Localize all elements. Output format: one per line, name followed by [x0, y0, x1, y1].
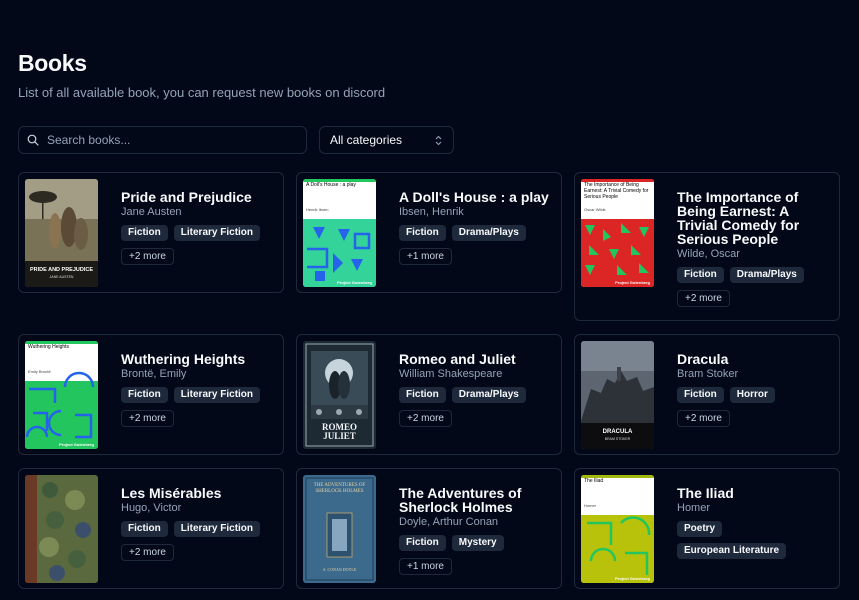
more-tags-badge[interactable]: +1 more [399, 558, 452, 575]
cover-author: BRAM STOKER [604, 437, 631, 441]
book-title: The Adventures of Sherlock Holmes [399, 485, 522, 515]
book-title: Pride and Prejudice [121, 189, 252, 205]
book-card[interactable]: A Doll's House : a play Henrik Ibsen Pro… [296, 172, 562, 293]
book-author: Hugo, Victor [121, 502, 182, 514]
category-tag: Drama/Plays [451, 225, 526, 241]
category-tag: Fiction [121, 225, 168, 241]
book-title: Les Misérables [121, 485, 222, 501]
category-tag: Drama/Plays [451, 387, 526, 403]
category-tag: Fiction [121, 521, 168, 537]
category-tag: Fiction [677, 267, 724, 283]
book-cover: PRIDE AND PREJUDICE JANE AUSTEN [25, 179, 98, 287]
book-cover: The Iliad Homer Project Gutenberg [581, 475, 654, 583]
search-box[interactable] [18, 126, 307, 154]
page-title: Books [18, 50, 87, 76]
cover-author: Henrik Ibsen [306, 207, 329, 212]
category-tag: Fiction [121, 387, 168, 403]
page-subtitle: List of all available book, you can requ… [18, 85, 386, 100]
book-title: Dracula [677, 351, 729, 367]
cover-publisher: Project Gutenberg [615, 576, 650, 581]
category-tag: Poetry [677, 521, 723, 537]
cover-author: A. CONAN DOYLE [322, 567, 357, 572]
book-author: Jane Austen [121, 206, 182, 218]
book-title: A Doll's House : a play [399, 189, 549, 205]
book-author: Wilde, Oscar [677, 248, 740, 260]
category-tag: Fiction [399, 225, 446, 241]
book-card[interactable]: Wuthering Heights Emily Brontë Project G… [18, 334, 284, 455]
cover-title: Wuthering Heights [28, 344, 70, 350]
category-tag: Literary Fiction [173, 521, 261, 537]
book-cover: The Importance of Being Earnest: A Trivi… [581, 179, 654, 287]
book-cover: Wuthering Heights Emily Brontë Project G… [25, 341, 98, 449]
more-tags-badge[interactable]: +1 more [399, 248, 452, 265]
category-tag: Literary Fiction [173, 387, 261, 403]
more-tags-badge[interactable]: +2 more [121, 410, 174, 427]
cover-title: THE ADVENTURES OF SHERLOCK HOLMES [313, 483, 366, 494]
cover-publisher: Project Gutenberg [59, 442, 94, 447]
book-cover [25, 475, 98, 583]
more-tags-badge[interactable]: +2 more [677, 410, 730, 427]
more-tags-badge[interactable]: +2 more [121, 248, 174, 265]
book-title: Wuthering Heights [121, 351, 246, 367]
category-tag: Mystery [451, 535, 504, 551]
category-select-value: All categories [330, 133, 403, 147]
cover-title: DRACULA [602, 429, 633, 435]
search-input[interactable] [47, 133, 287, 147]
chevron-up-down-icon [435, 135, 442, 145]
book-title: The Iliad [677, 485, 734, 501]
cover-title: PRIDE AND PREJUDICE [29, 267, 94, 273]
book-title: The Importance of Being Earnest: A Trivi… [677, 189, 800, 247]
book-card[interactable]: PRIDE AND PREJUDICE JANE AUSTEN Pride an… [18, 172, 284, 293]
more-tags-badge[interactable]: +2 more [121, 544, 174, 561]
category-tag: Fiction [399, 387, 446, 403]
cover-title: ROMEO JULIET [322, 422, 357, 441]
cover-author: Emily Brontë [28, 369, 51, 374]
book-author: Bram Stoker [677, 368, 739, 380]
book-author: William Shakespeare [399, 368, 503, 380]
book-title: Romeo and Juliet [399, 351, 516, 367]
cover-publisher: Project Gutenberg [615, 280, 650, 285]
category-tag: Drama/Plays [729, 267, 804, 283]
book-card[interactable]: Les Misérables Hugo, Victor Fiction Lite… [18, 468, 284, 589]
category-tag: Fiction [677, 387, 724, 403]
cover-title: The Importance of Being Earnest: A Trivi… [584, 182, 649, 200]
book-author: Ibsen, Henrik [399, 206, 464, 218]
category-tag: Horror [729, 387, 775, 403]
book-author: Doyle, Arthur Conan [399, 516, 499, 528]
book-author: Brontë, Emily [121, 368, 187, 380]
more-tags-badge[interactable]: +2 more [677, 290, 730, 307]
category-tag: Literary Fiction [173, 225, 261, 241]
book-card[interactable]: The Iliad Homer Project Gutenberg The Il… [574, 468, 840, 589]
page-header: Books List of all available book, you ca… [18, 50, 385, 100]
cover-title: A Doll's House : a play [306, 182, 356, 188]
book-card[interactable]: DRACULA BRAM STOKER Dracula Bram Stoker … [574, 334, 840, 455]
book-author: Homer [677, 502, 711, 514]
cover-author: JANE AUSTEN [49, 275, 74, 279]
book-card[interactable]: THE ADVENTURES OF SHERLOCK HOLMES A. CON… [296, 468, 562, 589]
book-cover: DRACULA BRAM STOKER [581, 341, 654, 449]
book-cover: A Doll's House : a play Henrik Ibsen Pro… [303, 179, 376, 287]
cover-author: Oscar Wilde [584, 207, 606, 212]
book-card[interactable]: ROMEO JULIET Romeo and Juliet William Sh… [296, 334, 562, 455]
category-select[interactable]: All categories [319, 126, 454, 154]
category-tag: European Literature [677, 543, 787, 559]
cover-publisher: Project Gutenberg [337, 280, 372, 285]
cover-title: The Iliad [584, 478, 604, 484]
cover-author: Homer [584, 503, 597, 508]
more-tags-badge[interactable]: +2 more [399, 410, 452, 427]
book-cover: THE ADVENTURES OF SHERLOCK HOLMES A. CON… [303, 475, 376, 583]
book-cover: ROMEO JULIET [303, 341, 376, 449]
book-card[interactable]: The Importance of Being Earnest: A Trivi… [574, 172, 840, 321]
search-icon [27, 134, 39, 146]
category-tag: Fiction [399, 535, 446, 551]
